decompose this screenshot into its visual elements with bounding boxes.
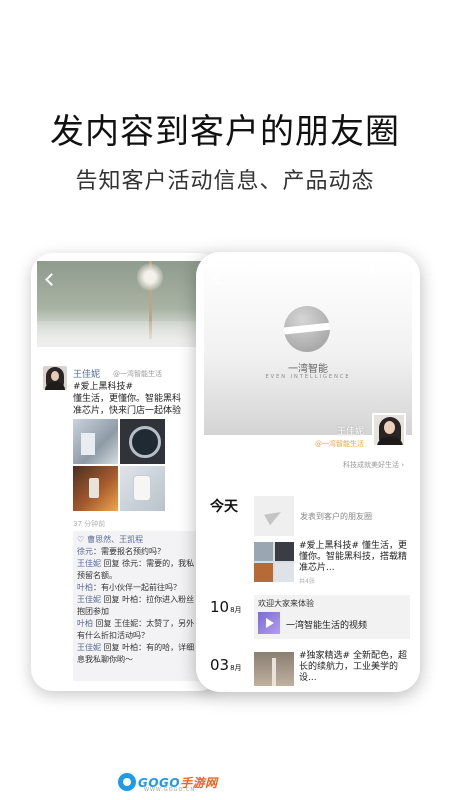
page-subheadline: 告知客户活动信息、产品动态 (75, 169, 375, 194)
album-phone-mockup: ▼◢ ▮ 12:30 一湾智能 EVEN INTELLIGENCE 王佳妮 @一… (196, 252, 420, 692)
back-arrow-icon[interactable] (45, 273, 58, 286)
comment-author[interactable]: 徐元 (77, 547, 93, 556)
date-month: 8月 (230, 664, 242, 672)
video-post-title: 欢迎大家来体验 (258, 599, 314, 608)
brand-name-en: EVEN INTELLIGENCE (265, 374, 351, 380)
comment-text: 回复 叶柏：拉你进入粉丝 (101, 595, 195, 604)
comment-text: ：需要报名预约吗？ (93, 547, 165, 556)
page-headline: 发内容到客户的朋友圈 (50, 112, 400, 152)
video-post-link[interactable]: 一湾智能生活的视频 (286, 618, 367, 631)
new-post-button[interactable] (254, 496, 294, 536)
comment-text: 息我私聊你哟～ (77, 655, 133, 664)
likes-names[interactable]: 曹思然、王凯程 (87, 535, 143, 544)
comment-text: 回复 徐元：需要的，我私 (101, 559, 195, 568)
avatar[interactable] (372, 413, 406, 447)
date-day: 10 (210, 598, 230, 616)
back-arrow-icon[interactable] (212, 272, 225, 285)
comment-author[interactable]: 王佳妮 (77, 643, 101, 652)
site-watermark: GOGO手游网 WWW.GOGO.CN (118, 771, 218, 793)
comment-text: 回复 叶柏：有的哈，详细 (101, 643, 195, 652)
comment-author[interactable]: 王佳妮 (77, 559, 101, 568)
profile-org: @一湾智能生活 (315, 440, 364, 448)
new-post-hint[interactable]: 发表到客户的朋友圈 (300, 511, 372, 522)
comment-text: 回复 王佳妮：太赞了，另外 (93, 619, 195, 628)
post-photo[interactable] (73, 466, 118, 511)
date-day: 03 (210, 656, 230, 674)
video-play-icon (258, 612, 280, 634)
post-photo[interactable] (120, 419, 165, 464)
comment-author[interactable]: 叶柏 (77, 619, 93, 628)
moments-phone-mockup: 王佳妮 @一湾智能生活 #爱上黑科技# 懂生活，更懂你。智能黑科 准芯片，快来门… (31, 253, 221, 691)
video-post-card[interactable]: 欢迎大家来体验 一湾智能生活的视频 (254, 595, 410, 639)
heart-icon: ♡ (77, 535, 85, 544)
status-bar: ▼◢ ▮ 12:30 (362, 266, 402, 274)
album-screen: ▼◢ ▮ 12:30 一湾智能 EVEN INTELLIGENCE 王佳妮 @一… (204, 260, 412, 686)
post-thumbnail[interactable] (254, 652, 294, 686)
post-author-org: @一湾智能生活 (113, 370, 162, 378)
post-photo[interactable] (73, 419, 118, 464)
watermark-url: WWW.GOGO.CN (144, 787, 196, 793)
post-thumbnail[interactable] (254, 542, 294, 582)
date-label: 038月 (210, 656, 242, 674)
date-month: 8月 (230, 606, 242, 614)
post-author-name[interactable]: 王佳妮 (73, 367, 100, 380)
comment-text: 有什么折扣活动吗？ (77, 631, 149, 640)
post-summary[interactable]: #独家精选# 全新配色，超长的续航力，工业美学的设... (299, 651, 411, 684)
photo-count: 共4张 (299, 578, 315, 585)
date-label: 108月 (210, 598, 242, 616)
profile-name: 王佳妮 (336, 427, 364, 437)
brand-logo-icon (284, 306, 330, 352)
date-label-today: 今天 (210, 499, 238, 515)
post-photo[interactable] (120, 466, 165, 511)
brand-name: 一湾智能 (288, 364, 328, 375)
comment-text: 抱团参加 (77, 607, 109, 616)
watermark-logo-icon (118, 773, 136, 791)
profile-signature-link[interactable]: 科技成就美好生活 › (343, 460, 404, 470)
comment-author[interactable]: 王佳妮 (77, 595, 101, 604)
comment-text: 预留名额。 (77, 571, 117, 580)
post-timestamp: 37 分钟前 (73, 520, 106, 528)
post-summary[interactable]: #爱上黑科技# 懂生活，更懂你。智能黑科技，搭载精准芯片... (299, 541, 411, 574)
comment-text: ：有小伙伴一起前往吗？ (93, 583, 181, 592)
moments-cover-image (37, 261, 221, 347)
album-cover: ▼◢ ▮ 12:30 一湾智能 EVEN INTELLIGENCE (204, 260, 412, 435)
avatar[interactable] (43, 366, 67, 390)
comment-author[interactable]: 叶柏 (77, 583, 93, 592)
